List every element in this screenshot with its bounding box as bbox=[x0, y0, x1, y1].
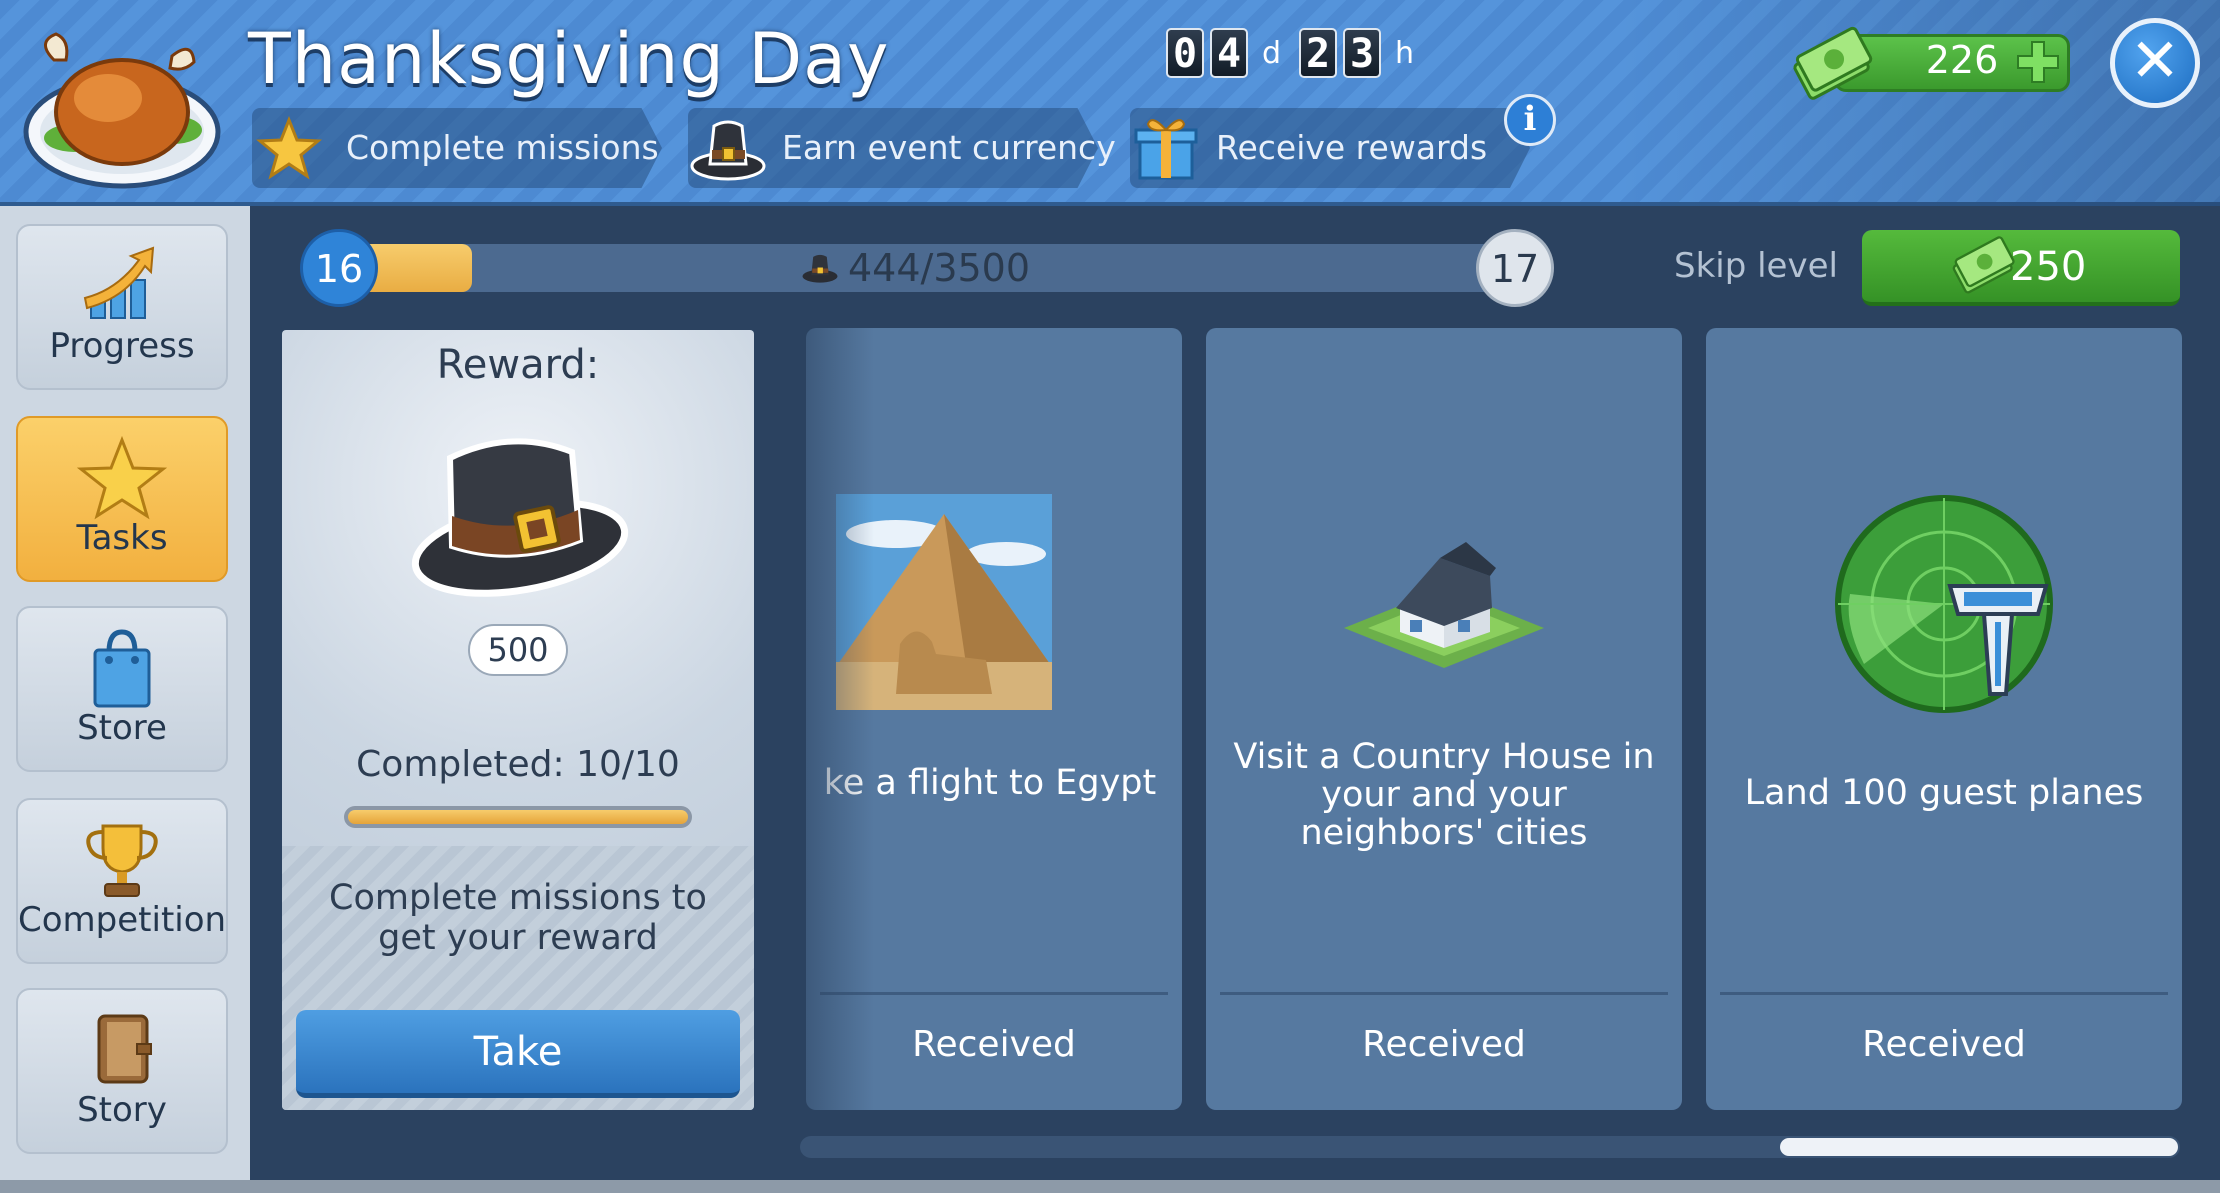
task-divider bbox=[1220, 992, 1668, 995]
timer-digit: 4 bbox=[1210, 28, 1248, 78]
info-button[interactable]: i bbox=[1504, 94, 1556, 146]
event-screen: Thanksgiving Day 0 4 d 2 3 h Complete mi… bbox=[0, 0, 2220, 1193]
pilgrim-hat-icon bbox=[802, 254, 838, 283]
timer-digit: 3 bbox=[1343, 28, 1382, 78]
radar-tower-image bbox=[1835, 495, 2053, 713]
roast-turkey-icon bbox=[23, 32, 221, 189]
reward-amount: 500 bbox=[468, 624, 568, 676]
skip-level-label: Skip level bbox=[1674, 246, 1838, 286]
sidebar-item-label: Competition bbox=[18, 900, 227, 940]
country-house-image bbox=[1344, 542, 1544, 668]
bottom-strip bbox=[0, 1180, 2220, 1193]
next-level-badge: 17 bbox=[1476, 229, 1554, 307]
scrollbar-thumb[interactable] bbox=[1780, 1138, 2178, 1156]
reward-description: Complete missions to get your reward bbox=[329, 878, 707, 958]
task-divider bbox=[1720, 992, 2168, 995]
reward-title: Reward: bbox=[436, 342, 600, 388]
star-icon bbox=[77, 436, 167, 520]
add-cash-button[interactable] bbox=[2014, 38, 2062, 86]
reward-card: Reward: 500 Completed: 10/10 Complete mi… bbox=[282, 330, 754, 1110]
task-description: Land 100 guest planes bbox=[1744, 773, 2144, 813]
pilgrim-hat-icon bbox=[690, 120, 766, 181]
task-card: Visit a Country House in your and your n… bbox=[1206, 328, 1682, 1110]
level-progress-readout: 444/3500 bbox=[800, 244, 1030, 292]
task-description: Visit a Country House in your and your n… bbox=[1233, 737, 1655, 853]
cash-bills-icon bbox=[1952, 236, 2015, 294]
timer-days-unit: d bbox=[1262, 35, 1282, 71]
task-status: Received bbox=[1362, 1024, 1526, 1065]
progress-chart-icon bbox=[83, 246, 155, 319]
timer-hours-unit: h bbox=[1395, 35, 1415, 71]
step-label: Complete missions bbox=[346, 128, 659, 167]
sidebar-item-store[interactable]: Store bbox=[16, 606, 228, 772]
scroll-fade bbox=[754, 328, 874, 1110]
current-level-badge: 16 bbox=[300, 229, 378, 307]
sidebar-item-label: Store bbox=[77, 708, 167, 748]
take-button[interactable]: Take bbox=[296, 1010, 740, 1098]
sidebar-item-label: Tasks bbox=[76, 518, 168, 558]
cash-value: 226 bbox=[1925, 38, 1999, 82]
sidebar-item-competition[interactable]: Competition bbox=[16, 798, 228, 964]
timer-digit: 0 bbox=[1166, 28, 1204, 78]
timer-digit: 2 bbox=[1299, 28, 1338, 78]
task-status: Received bbox=[1862, 1024, 2026, 1065]
sidebar-item-story[interactable]: Story bbox=[16, 988, 228, 1154]
book-icon bbox=[97, 1014, 152, 1084]
sidebar-item-label: Story bbox=[77, 1090, 167, 1130]
pilgrim-hat-icon bbox=[411, 438, 629, 597]
step-label: Earn event currency bbox=[782, 128, 1116, 167]
shopping-bag-icon bbox=[93, 629, 151, 708]
skip-level-cost: 250 bbox=[2010, 244, 2087, 290]
step-label: Receive rewards bbox=[1216, 128, 1488, 167]
close-button[interactable]: ✕ bbox=[2110, 18, 2200, 108]
gift-icon bbox=[1134, 119, 1198, 180]
task-card: Land 100 guest planes Received bbox=[1706, 328, 2182, 1110]
sidebar-item-label: Progress bbox=[49, 326, 195, 366]
completed-progress-fill bbox=[348, 810, 688, 824]
star-icon bbox=[256, 116, 322, 180]
completed-text: Completed: 10/10 bbox=[356, 744, 680, 785]
sidebar-item-progress[interactable]: Progress bbox=[16, 224, 228, 390]
sidebar-item-tasks[interactable]: Tasks bbox=[16, 416, 228, 582]
cash-bills-icon bbox=[1793, 26, 1873, 100]
trophy-icon bbox=[86, 824, 158, 897]
level-progress-text: 444/3500 bbox=[848, 246, 1031, 290]
event-timer: 0 4 d 2 3 h bbox=[1166, 28, 1426, 78]
event-title: Thanksgiving Day bbox=[248, 18, 890, 100]
